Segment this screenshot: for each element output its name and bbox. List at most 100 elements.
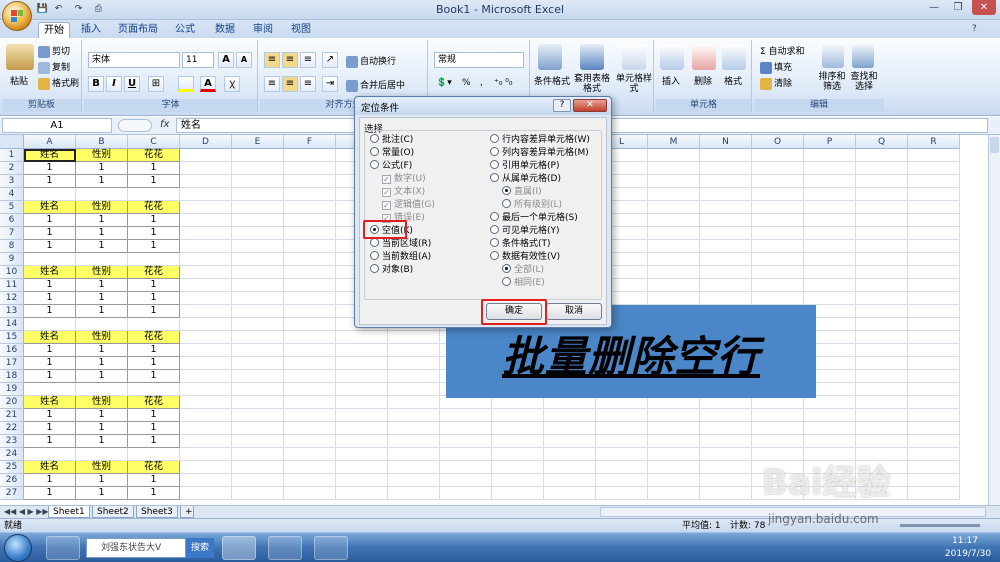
cell[interactable]: [232, 162, 284, 175]
cell[interactable]: 1: [128, 344, 180, 357]
cell[interactable]: 1: [24, 422, 76, 435]
column-header-p[interactable]: P: [804, 135, 856, 149]
cell[interactable]: [648, 240, 700, 253]
column-header-r[interactable]: R: [908, 135, 960, 149]
fill-color-button[interactable]: [178, 76, 194, 92]
cell[interactable]: [232, 253, 284, 266]
cell[interactable]: [752, 266, 804, 279]
cell[interactable]: [804, 214, 856, 227]
table-format-button[interactable]: 套用表格格式: [572, 74, 612, 94]
row-header[interactable]: 8: [0, 240, 24, 253]
cell[interactable]: [180, 487, 232, 500]
cell[interactable]: [492, 448, 544, 461]
cell[interactable]: [336, 383, 388, 396]
radio-option[interactable]: 从属单元格(D): [490, 173, 561, 185]
tab-view[interactable]: 视图: [286, 22, 316, 38]
cell[interactable]: [492, 474, 544, 487]
cell[interactable]: [908, 474, 960, 487]
cell[interactable]: [180, 422, 232, 435]
cell[interactable]: [804, 292, 856, 305]
cell[interactable]: [180, 383, 232, 396]
cell[interactable]: [232, 279, 284, 292]
cell[interactable]: [128, 383, 180, 396]
cell[interactable]: [544, 409, 596, 422]
cell[interactable]: [856, 357, 908, 370]
cell[interactable]: 1: [128, 435, 180, 448]
cell[interactable]: [180, 188, 232, 201]
cell[interactable]: [908, 331, 960, 344]
cell[interactable]: 1: [128, 240, 180, 253]
cell[interactable]: [700, 474, 752, 487]
help-icon[interactable]: ?: [972, 24, 977, 34]
cell[interactable]: [856, 266, 908, 279]
row-header[interactable]: 26: [0, 474, 24, 487]
cell[interactable]: 1: [76, 162, 128, 175]
cell[interactable]: [284, 344, 336, 357]
cell[interactable]: [908, 279, 960, 292]
cell[interactable]: [336, 370, 388, 383]
cell[interactable]: [908, 422, 960, 435]
cell[interactable]: [700, 240, 752, 253]
cell[interactable]: [648, 227, 700, 240]
browser-icon[interactable]: [46, 536, 80, 560]
column-header-a[interactable]: A: [24, 135, 76, 149]
cell[interactable]: [908, 487, 960, 500]
cell[interactable]: [336, 422, 388, 435]
cell[interactable]: [180, 253, 232, 266]
number-format-select[interactable]: 常规: [434, 52, 524, 68]
cell[interactable]: [440, 461, 492, 474]
cell[interactable]: [856, 188, 908, 201]
column-header-e[interactable]: E: [232, 135, 284, 149]
cell[interactable]: [388, 435, 440, 448]
row-header[interactable]: 3: [0, 175, 24, 188]
row-header[interactable]: 22: [0, 422, 24, 435]
cell[interactable]: [492, 461, 544, 474]
underline-button[interactable]: U: [124, 76, 140, 92]
cell[interactable]: [908, 357, 960, 370]
zoom-slider[interactable]: [900, 524, 980, 527]
cell[interactable]: [284, 357, 336, 370]
grow-font-button[interactable]: A: [218, 52, 234, 68]
cell-style-icon[interactable]: [622, 44, 646, 70]
cell[interactable]: 性别: [76, 461, 128, 474]
cell[interactable]: [388, 357, 440, 370]
office-button[interactable]: [2, 1, 32, 31]
cell[interactable]: [596, 435, 648, 448]
cell[interactable]: 性别: [76, 331, 128, 344]
minimize-icon[interactable]: —: [922, 0, 946, 15]
cell[interactable]: [856, 422, 908, 435]
cell[interactable]: [908, 409, 960, 422]
cell[interactable]: [180, 474, 232, 487]
cell[interactable]: [388, 396, 440, 409]
orientation-button[interactable]: ↗: [322, 52, 338, 68]
column-header-d[interactable]: D: [180, 135, 232, 149]
cell[interactable]: [284, 370, 336, 383]
cell[interactable]: [908, 175, 960, 188]
cell[interactable]: [440, 487, 492, 500]
cell[interactable]: [180, 396, 232, 409]
align-bottom-button[interactable]: ≡: [300, 52, 316, 68]
cell[interactable]: [232, 370, 284, 383]
sheet-nav-icon[interactable]: ◀◀ ◀ ▶ ▶▶: [4, 506, 49, 518]
radio-option[interactable]: 行内容差异单元格(W): [490, 134, 590, 146]
cell[interactable]: [284, 175, 336, 188]
cell[interactable]: [76, 318, 128, 331]
cell[interactable]: 花花: [128, 396, 180, 409]
cell[interactable]: [648, 214, 700, 227]
cell[interactable]: [856, 318, 908, 331]
font-color-button[interactable]: A: [200, 76, 216, 92]
cell[interactable]: 1: [24, 474, 76, 487]
cell[interactable]: [284, 383, 336, 396]
cell[interactable]: [180, 435, 232, 448]
format-cells-button[interactable]: 格式: [724, 74, 742, 87]
cell[interactable]: [856, 253, 908, 266]
cell[interactable]: [232, 331, 284, 344]
cell[interactable]: [752, 201, 804, 214]
cell[interactable]: [284, 292, 336, 305]
cell[interactable]: [752, 253, 804, 266]
cell[interactable]: [544, 474, 596, 487]
cell[interactable]: [856, 214, 908, 227]
comma-icon[interactable]: ,: [480, 78, 483, 88]
cell[interactable]: [856, 162, 908, 175]
cell[interactable]: [700, 201, 752, 214]
